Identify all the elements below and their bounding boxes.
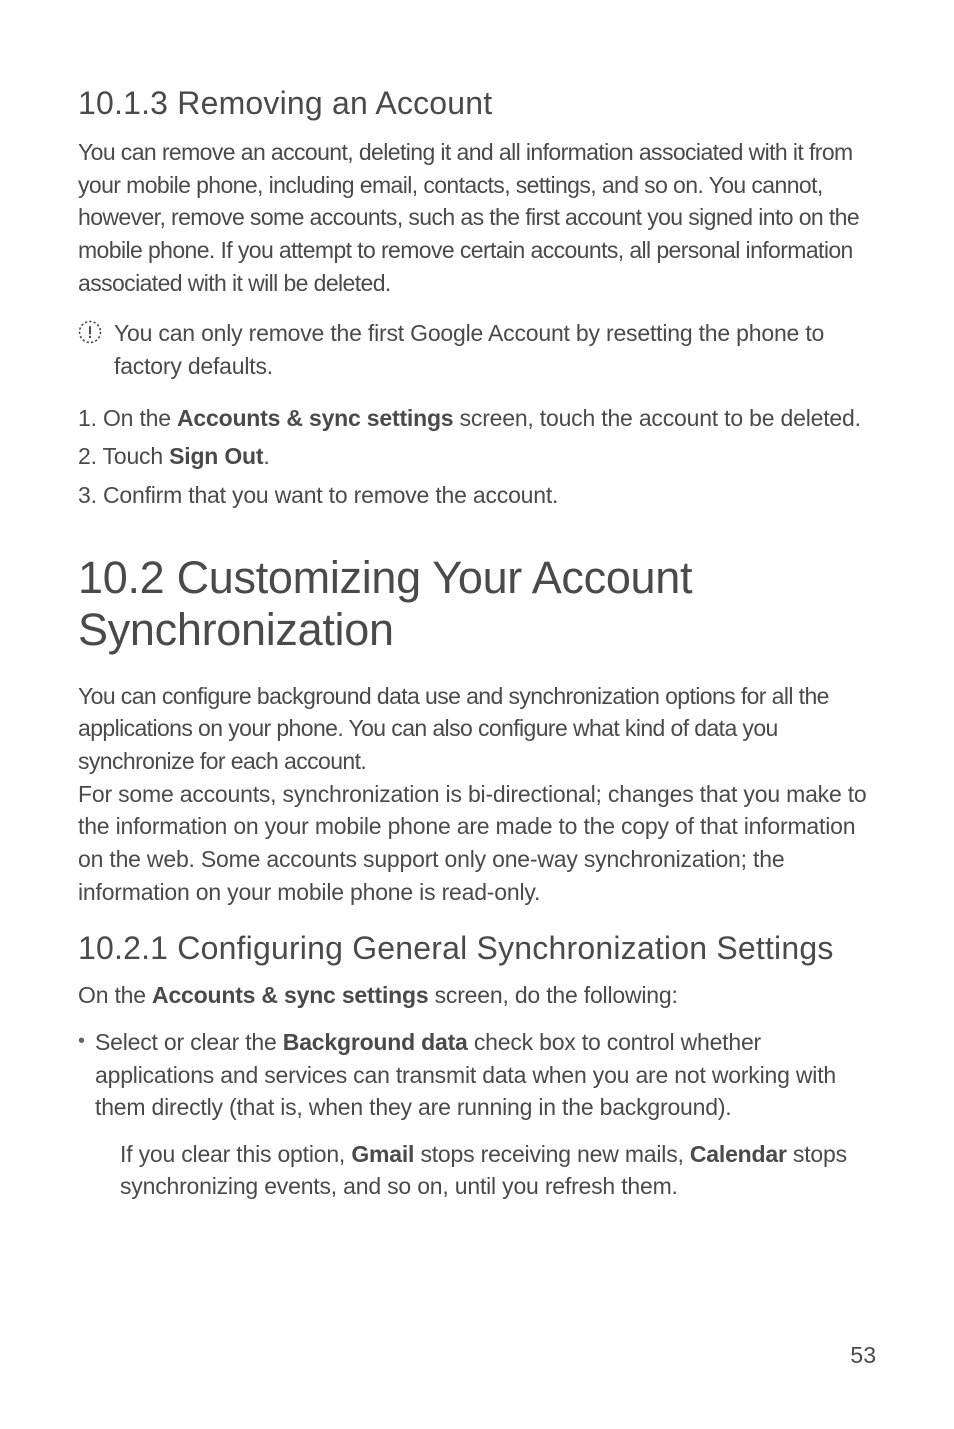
indent-pre: If you clear this option, [120, 1141, 351, 1167]
step-2-bold: Sign Out [169, 443, 263, 469]
bullet-bold: Background data [283, 1029, 468, 1055]
intro-post: screen, do the following: [428, 982, 677, 1008]
step-2: 2. Touch Sign Out. [78, 439, 876, 474]
step-1-pre: 1. On the [78, 405, 177, 431]
heading-10-2-1: 10.2.1 Configuring General Synchronizati… [78, 930, 876, 967]
warning-circle-icon [78, 320, 102, 349]
indent-mid: stops receiving new mails, [414, 1141, 690, 1167]
indent-bold-calendar: Calendar [690, 1141, 787, 1167]
bullet-item: • Select or clear the Background data ch… [78, 1026, 876, 1124]
paragraph-remove-account: You can remove an account, deleting it a… [78, 136, 876, 299]
step-2-pre: 2. Touch [78, 443, 169, 469]
heading-10-2: 10.2 Customizing Your Account Synchroniz… [78, 552, 876, 656]
indent-bold-gmail: Gmail [351, 1141, 414, 1167]
step-2-post: . [263, 443, 269, 469]
note-block: You can only remove the first Google Acc… [78, 317, 876, 382]
bullet-pre: Select or clear the [95, 1029, 283, 1055]
step-3: 3. Confirm that you want to remove the a… [78, 478, 876, 513]
step-1-post: screen, touch the account to be deleted. [453, 405, 860, 431]
bullet-text: Select or clear the Background data chec… [95, 1026, 876, 1124]
intro-pre: On the [78, 982, 152, 1008]
step-1-bold: Accounts & sync settings [177, 405, 453, 431]
bullet-dot-icon: • [78, 1026, 85, 1124]
heading-10-1-3: 10.1.3 Removing an Account [78, 85, 876, 122]
paragraph-10-2-b: For some accounts, synchronization is bi… [78, 778, 876, 909]
indent-text: If you clear this option, Gmail stops re… [120, 1138, 876, 1203]
document-page: 10.1.3 Removing an Account You can remov… [0, 0, 954, 1203]
intro-10-2-1: On the Accounts & sync settings screen, … [78, 979, 876, 1012]
intro-bold: Accounts & sync settings [152, 982, 428, 1008]
step-1: 1. On the Accounts & sync settings scree… [78, 401, 876, 436]
paragraph-10-2-a: You can configure background data use an… [78, 680, 876, 778]
page-number: 53 [850, 1342, 876, 1369]
note-text: You can only remove the first Google Acc… [114, 317, 876, 382]
